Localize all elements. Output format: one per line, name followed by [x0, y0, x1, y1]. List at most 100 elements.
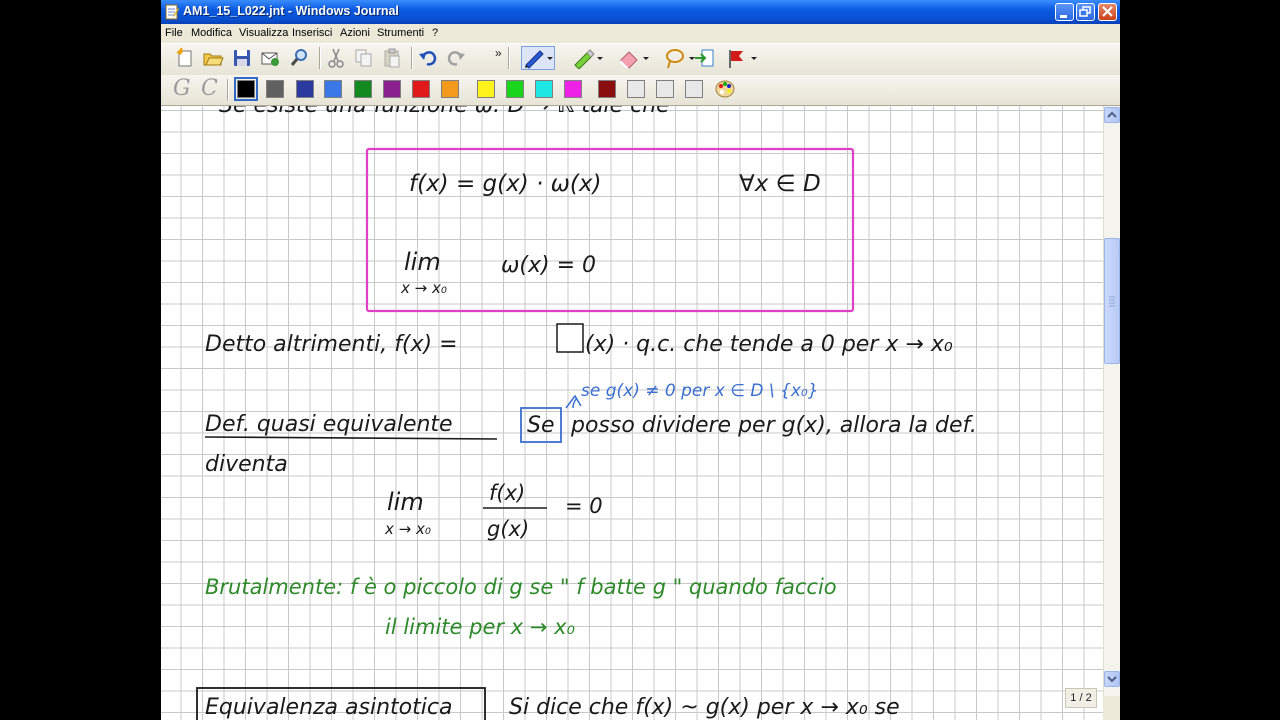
color-swatch[interactable] — [324, 80, 342, 98]
equiv-title: Equivalenza asintotica — [205, 695, 452, 720]
menu-bar: File Modifica Visualizza Inserisci Azion… — [161, 24, 1120, 42]
find-button[interactable] — [289, 47, 311, 69]
find-icon — [290, 49, 307, 66]
new-note-button[interactable] — [174, 47, 196, 69]
restore-button[interactable] — [1076, 3, 1095, 21]
open-button[interactable] — [202, 47, 224, 69]
def-title: Def. quasi equivalente — [205, 412, 453, 437]
paste-icon — [384, 48, 400, 68]
toolbar-separator — [319, 47, 320, 69]
color-swatch[interactable] — [627, 80, 645, 98]
frac-denominator: g(x) — [487, 517, 529, 541]
lasso-select-button[interactable] — [663, 47, 697, 69]
window-title: AM1_15_L022.jnt - Windows Journal — [183, 4, 399, 18]
palette-icon — [715, 80, 735, 98]
more-chevron-icon[interactable]: » — [495, 46, 502, 60]
lasso-select-icon — [666, 49, 695, 69]
color-swatch[interactable] — [564, 80, 582, 98]
new-note-icon — [176, 47, 192, 67]
color-swatch[interactable] — [441, 80, 459, 98]
toolbar-separator — [227, 79, 228, 101]
restore-icon — [1079, 6, 1091, 17]
pen-button[interactable] — [521, 46, 555, 70]
def-text-2: diventa — [205, 452, 288, 477]
undo-button[interactable] — [417, 47, 439, 69]
menu-modifica[interactable]: Modifica — [191, 27, 232, 39]
frac-lim: lim — [387, 488, 424, 516]
close-icon — [1102, 6, 1113, 17]
color-swatch[interactable] — [598, 80, 616, 98]
color-swatch[interactable] — [656, 80, 674, 98]
flag-button[interactable] — [725, 47, 759, 69]
minimize-button[interactable] — [1055, 3, 1074, 21]
menu-help[interactable]: ? — [432, 27, 438, 39]
menu-inserisci[interactable]: Inserisci — [292, 27, 332, 39]
box-lim-subscript: x → x₀ — [400, 279, 447, 297]
page-indicator: 1 / 2 — [1065, 688, 1097, 708]
color-picker-button[interactable] — [714, 78, 736, 100]
scroll-down-button[interactable] — [1104, 671, 1120, 687]
close-button[interactable] — [1098, 3, 1117, 21]
cut-button[interactable] — [325, 47, 347, 69]
menu-strumenti[interactable]: Strumenti — [377, 27, 424, 39]
def-text: posso dividere per g(x), allora la def. — [570, 413, 977, 438]
pen-style-italic-button[interactable]: C — [201, 76, 218, 101]
copy-button[interactable] — [353, 47, 375, 69]
menu-visualizza[interactable]: Visualizza — [239, 27, 288, 39]
save-button[interactable] — [231, 47, 253, 69]
ink-layer: · Se esiste una funzione ω: D → ℝ tale c… — [196, 106, 977, 720]
eraser-button[interactable] — [617, 47, 651, 69]
insert-space-button[interactable] — [693, 47, 715, 69]
open-icon — [203, 53, 224, 66]
highlighter-icon — [574, 49, 603, 69]
box-lim: lim — [404, 248, 441, 276]
journal-page[interactable]: · Se esiste una funzione ω: D → ℝ tale c… — [161, 106, 1103, 720]
equiv-text: Si dice che f(x) ~ g(x) per x → x₀ se — [509, 695, 900, 720]
color-swatch[interactable] — [234, 77, 258, 101]
box-equation: f(x) = g(x) · ω(x) — [409, 171, 601, 197]
title-bar[interactable]: AM1_15_L022.jnt - Windows Journal — [161, 0, 1120, 24]
arrow-down-icon — [1107, 676, 1117, 683]
highlighter-button[interactable] — [571, 47, 605, 69]
save-icon — [234, 50, 250, 66]
flag-icon — [729, 50, 757, 68]
toolbar-separator — [411, 47, 412, 69]
toolbar-separator — [508, 47, 509, 69]
color-swatch[interactable] — [354, 80, 372, 98]
color-swatch[interactable] — [266, 80, 284, 98]
vertical-scrollbar[interactable] — [1103, 106, 1120, 696]
color-swatch[interactable] — [296, 80, 314, 98]
insert-space-icon — [695, 49, 714, 67]
cut-icon — [328, 48, 344, 68]
menu-azioni[interactable]: Azioni — [340, 27, 370, 39]
detto-altrimenti-text: Detto altrimenti, f(x) = — [205, 332, 458, 357]
pen-style-bold-button[interactable]: G — [173, 76, 191, 101]
def-title-underline — [204, 436, 498, 440]
color-swatch[interactable] — [383, 80, 401, 98]
scroll-thumb[interactable] — [1104, 238, 1120, 364]
minimize-icon — [1060, 15, 1067, 18]
color-swatch[interactable] — [685, 80, 703, 98]
green-note-line1: Brutalmente: f è o piccolo di g se " f b… — [205, 575, 837, 599]
color-swatch[interactable] — [535, 80, 553, 98]
eraser-icon — [619, 51, 649, 69]
color-swatch[interactable] — [506, 80, 524, 98]
menu-file[interactable]: File — [165, 27, 183, 39]
send-email-icon — [261, 52, 279, 66]
redo-icon — [447, 51, 465, 66]
paste-button[interactable] — [381, 47, 403, 69]
frac-lim-subscript: x → x₀ — [384, 520, 431, 538]
grip-icon — [1109, 296, 1115, 307]
journal-app-icon — [165, 4, 179, 20]
scroll-up-button[interactable] — [1104, 107, 1120, 123]
color-swatch[interactable] — [412, 80, 430, 98]
blue-note: se g(x) ≠ 0 per x ∈ D \ {x₀} — [581, 381, 819, 401]
copy-icon — [355, 49, 372, 67]
redo-button[interactable] — [445, 47, 467, 69]
detto-altrimenti-rest: (x) · q.c. che tende a 0 per x → x₀ — [585, 332, 953, 357]
box-quantifier: ∀x ∈ D — [739, 171, 821, 197]
send-email-button[interactable] — [259, 47, 281, 69]
journal-window: AM1_15_L022.jnt - Windows Journal File M… — [161, 0, 1120, 720]
handwriting-line-cutoff: · Se esiste una funzione ω: D → ℝ tale c… — [205, 106, 670, 118]
color-swatch[interactable] — [477, 80, 495, 98]
